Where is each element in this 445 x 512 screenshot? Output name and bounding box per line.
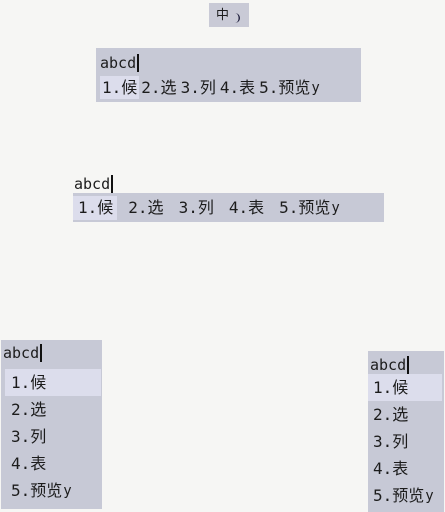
candidate-list: 1. 候 2. 选 3. 列 4. 表 5. 预览 y	[100, 76, 322, 99]
candidate-item[interactable]: 3. 列	[5, 423, 101, 450]
candidate-item[interactable]: 2. 选	[368, 401, 442, 428]
candidate-text: 候	[97, 198, 114, 217]
preedit-area: abcd	[3, 343, 42, 363]
text-cursor	[40, 344, 42, 362]
candidate-item[interactable]: 5. 预览 y	[257, 76, 322, 99]
candidate-text: 预览	[298, 198, 331, 217]
candidate-text: 表	[30, 453, 47, 473]
candidate-item-selected[interactable]: 1. 候	[368, 374, 442, 401]
candidate-window-horizontal: abcd 1. 候 2. 选 3. 列 4. 表 5. 预览 y	[96, 48, 361, 102]
candidate-item[interactable]: 3. 列	[368, 428, 442, 455]
candidate-index: 2.	[141, 77, 161, 97]
candidate-item[interactable]: 2. 选	[5, 396, 101, 423]
candidate-index: 3.	[373, 431, 393, 451]
input-mode-label: 中	[215, 7, 229, 23]
text-cursor	[111, 175, 113, 193]
candidate-index: 4.	[228, 198, 249, 217]
candidate-index: 1.	[373, 377, 393, 397]
candidate-item[interactable]: 5. 预览 y	[274, 196, 344, 220]
candidate-text: 表	[239, 77, 256, 97]
moon-icon	[232, 9, 242, 23]
candidate-item[interactable]: 3. 列	[174, 196, 218, 220]
candidate-index: 1.	[102, 77, 122, 97]
candidate-list: 1. 候 2. 选 3. 列 4. 表 5. 预览 y	[5, 369, 101, 504]
preedit-area: abcd	[100, 53, 139, 73]
candidate-item[interactable]: 4. 表	[218, 76, 257, 99]
candidate-text: 列	[30, 426, 47, 446]
candidate-index: 4.	[219, 77, 240, 97]
candidate-window-vertical-left: abcd 1. 候 2. 选 3. 列 4. 表 5. 预览 y	[1, 340, 102, 509]
candidate-text: 列	[392, 431, 409, 451]
candidate-index: 3.	[180, 77, 200, 97]
candidate-item-selected[interactable]: 1. 候	[5, 369, 101, 396]
candidate-item[interactable]: 4. 表	[224, 196, 268, 220]
candidate-window-vertical-right: abcd 1. 候 2. 选 3. 列 4. 表 5. 预览 y	[368, 351, 444, 512]
candidate-comment: y	[63, 482, 72, 499]
candidate-text: 表	[392, 458, 409, 478]
candidate-index: 2.	[373, 404, 393, 424]
candidate-item[interactable]: 2. 选	[139, 76, 178, 99]
candidate-comment: y	[311, 79, 320, 96]
preedit-text: abcd	[370, 355, 407, 374]
candidate-comment: y	[331, 200, 340, 216]
preedit-text: abcd	[3, 343, 40, 362]
candidate-text: 选	[160, 77, 177, 97]
candidate-text: 表	[248, 198, 265, 217]
candidate-index: 5.	[373, 485, 393, 505]
text-cursor	[137, 54, 139, 72]
candidate-text: 预览	[30, 480, 63, 500]
candidate-text: 选	[30, 399, 47, 419]
candidate-index: 1.	[11, 372, 31, 392]
candidate-index: 1.	[78, 198, 98, 217]
candidate-index: 2.	[11, 399, 31, 419]
candidate-index: 3.	[11, 426, 31, 446]
preedit-text: abcd	[74, 174, 111, 193]
candidate-text: 选	[392, 404, 409, 424]
candidate-item[interactable]: 4. 表	[5, 450, 101, 477]
candidate-index: 4.	[373, 458, 393, 478]
candidate-index: 5.	[259, 77, 279, 97]
text-cursor	[407, 356, 409, 374]
candidate-index: 5.	[279, 198, 299, 217]
candidate-comment: y	[425, 487, 434, 504]
candidate-text: 候	[30, 372, 47, 392]
candidate-item[interactable]: 4. 表	[368, 455, 442, 482]
candidate-item[interactable]: 5. 预览 y	[368, 482, 442, 509]
candidate-item-selected[interactable]: 1. 候	[73, 196, 118, 220]
preedit-area: abcd	[74, 174, 113, 194]
candidate-index: 4.	[11, 453, 31, 473]
candidate-index: 2.	[128, 198, 148, 217]
candidate-index: 3.	[178, 198, 198, 217]
candidate-list: 1. 候 2. 选 3. 列 4. 表 5. 预览 y	[368, 374, 442, 509]
candidate-index: 5.	[11, 480, 31, 500]
candidate-text: 候	[392, 377, 409, 397]
candidate-item[interactable]: 2. 选	[123, 196, 167, 220]
candidate-text: 预览	[392, 485, 425, 505]
preedit-text: abcd	[100, 53, 137, 72]
candidate-text: 列	[199, 77, 216, 97]
candidate-list: 1. 候 2. 选 3. 列 4. 表 5. 预览 y	[73, 196, 350, 220]
input-method-status[interactable]: 中	[209, 3, 249, 27]
candidate-text: 选	[147, 198, 164, 217]
candidate-text: 列	[197, 198, 214, 217]
candidate-window-horizontal-spaced: 1. 候 2. 选 3. 列 4. 表 5. 预览 y	[73, 193, 384, 222]
candidate-text: 候	[121, 77, 138, 97]
candidate-item[interactable]: 5. 预览 y	[5, 477, 101, 504]
candidate-item-selected[interactable]: 1. 候	[100, 76, 140, 99]
candidate-item[interactable]: 3. 列	[179, 76, 218, 99]
preedit-area: abcd	[370, 355, 409, 375]
candidate-text: 预览	[278, 77, 311, 97]
